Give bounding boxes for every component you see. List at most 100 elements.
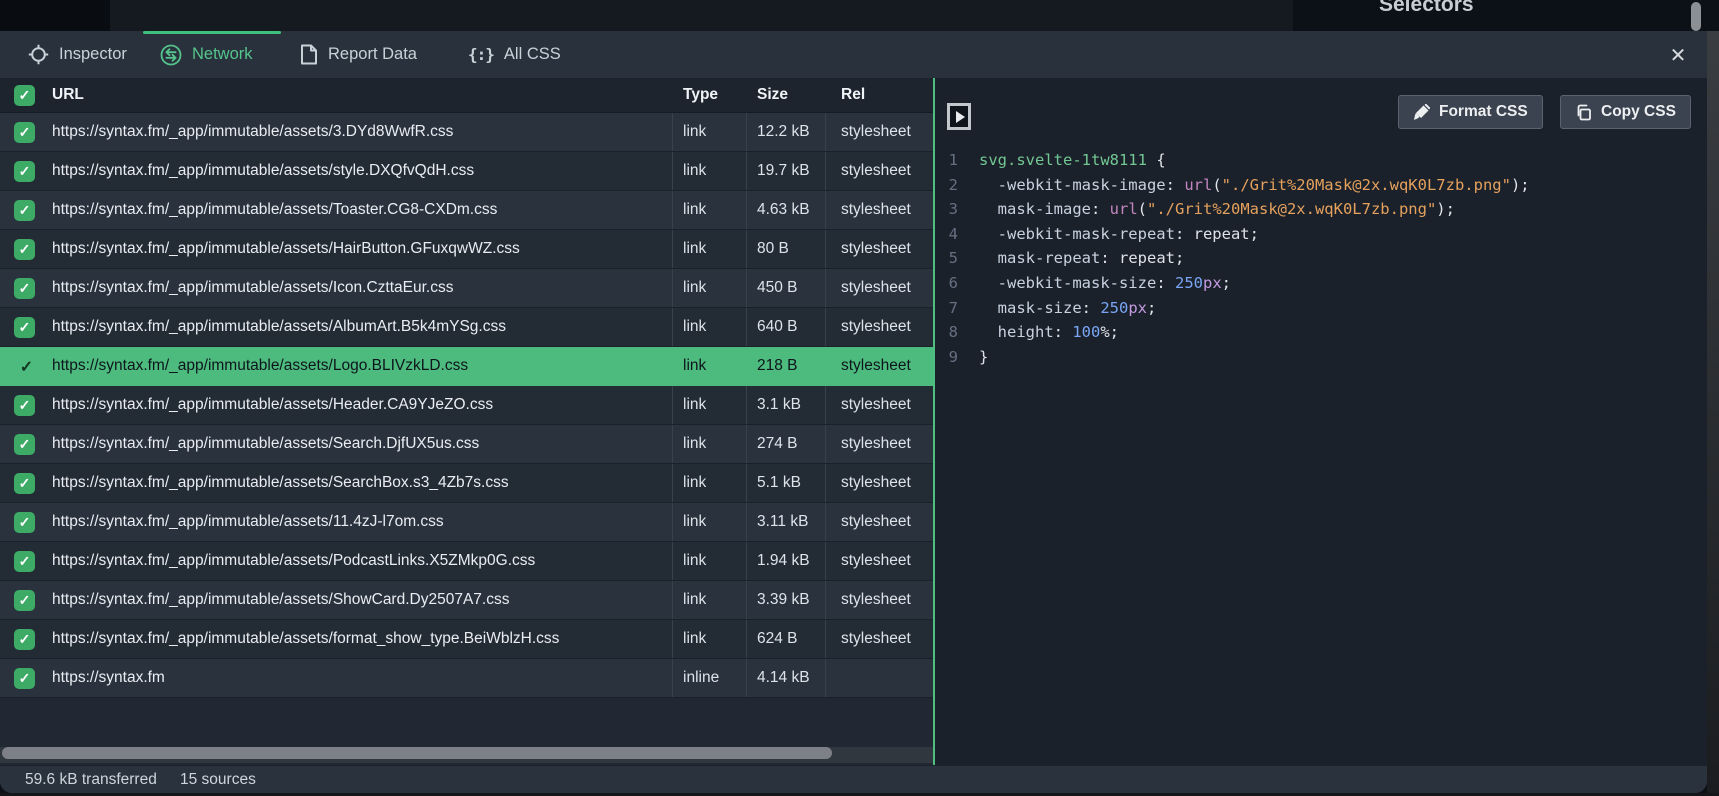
screen: Selectors Inspector: [0, 0, 1719, 796]
row-checkbox[interactable]: ✓: [14, 278, 35, 299]
table-row[interactable]: ✓https://syntax.fm/_app/immutable/assets…: [0, 620, 933, 659]
format-css-button[interactable]: Format CSS: [1398, 95, 1543, 129]
table-row[interactable]: ✓https://syntax.fminline4.14 kB: [0, 659, 933, 698]
type-cell: link: [683, 386, 706, 424]
column-header-type[interactable]: Type: [683, 78, 718, 112]
tab-inspector-label: Inspector: [59, 45, 127, 64]
collapse-pane-icon[interactable]: [947, 103, 971, 130]
column-separator: [672, 425, 673, 463]
table-row[interactable]: ✓https://syntax.fm/_app/immutable/assets…: [0, 581, 933, 620]
column-separator: [746, 269, 747, 307]
table-row[interactable]: ✓ https://syntax.fm/_app/immutable/assets…: [0, 152, 933, 191]
row-checkbox[interactable]: ✓: [14, 629, 35, 650]
rel-cell: stylesheet: [841, 620, 911, 658]
row-checkbox[interactable]: ✓: [14, 512, 35, 533]
row-checkbox[interactable]: ✓: [14, 317, 35, 338]
size-cell: 4.14 kB: [757, 659, 810, 697]
backdrop-page-middle: [110, 0, 1293, 31]
column-separator: [672, 659, 673, 697]
line-number: 6: [935, 271, 958, 296]
row-checkbox[interactable]: ✓: [16, 356, 37, 377]
table-row[interactable]: ✓ https://syntax.fm/_app/immutable/assets…: [0, 269, 933, 308]
url-cell: https://syntax.fm/_app/immutable/assets/…: [52, 269, 453, 307]
column-separator: [746, 230, 747, 268]
table-row[interactable]: ✓https://syntax.fm/_app/immutable/assets…: [0, 464, 933, 503]
column-separator: [672, 503, 673, 541]
tab-all-css[interactable]: {:} All CSS: [468, 31, 561, 78]
column-header-size[interactable]: Size: [757, 78, 788, 112]
css-code-block[interactable]: 1svg.svelte-1tw8111 {2 -webkit-mask-imag…: [935, 148, 1530, 369]
column-separator: [672, 152, 673, 190]
table-rows: ✓ https://syntax.fm/_app/immutable/assets…: [0, 113, 933, 698]
select-all-checkbox[interactable]: ✓: [14, 85, 35, 106]
row-checkbox[interactable]: ✓: [14, 551, 35, 572]
horizontal-scrollbar-track[interactable]: [0, 747, 933, 763]
crosshair-icon: [28, 44, 49, 65]
column-separator: [672, 386, 673, 424]
table-row[interactable]: ✓https://syntax.fm/_app/immutable/assets…: [0, 113, 933, 152]
size-cell: 3.11 kB: [757, 503, 808, 541]
table-row[interactable]: ✓ https://syntax.fm/_app/immutable/assets…: [0, 230, 933, 269]
tab-network[interactable]: Network: [160, 31, 253, 78]
row-checkbox[interactable]: ✓: [14, 395, 35, 416]
line-content: mask-image: url("./Grit%20Mask@2x.wqK0L7…: [979, 197, 1455, 222]
url-cell: https://syntax.fm/_app/immutable/assets/…: [52, 230, 520, 268]
column-separator: [672, 230, 673, 268]
row-checkbox[interactable]: ✓: [14, 161, 35, 182]
code-line: 5 mask-repeat: repeat;: [935, 246, 1530, 271]
column-separator: [746, 191, 747, 229]
row-checkbox[interactable]: ✓: [14, 668, 35, 689]
line-number: 9: [935, 345, 958, 370]
table-header-row: ✓ URL Type Size Rel: [0, 78, 933, 113]
braces-icon: {:}: [468, 45, 494, 64]
type-cell: link: [683, 464, 706, 502]
document-icon: [300, 44, 318, 65]
url-cell: https://syntax.fm/_app/immutable/assets/…: [52, 191, 497, 229]
column-separator: [825, 308, 826, 346]
size-cell: 12.2 kB: [757, 113, 810, 151]
column-header-url[interactable]: URL: [52, 78, 84, 112]
row-checkbox[interactable]: ✓: [14, 239, 35, 260]
table-row[interactable]: ✓https://syntax.fm/_app/immutable/assets…: [0, 542, 933, 581]
table-row[interactable]: ✓https://syntax.fm/_app/immutable/assets…: [0, 347, 933, 386]
row-checkbox[interactable]: ✓: [14, 473, 35, 494]
table-row[interactable]: ✓ https://syntax.fm/_app/immutable/assets…: [0, 191, 933, 230]
copy-css-button[interactable]: Copy CSS: [1560, 95, 1691, 129]
column-separator: [746, 152, 747, 190]
row-checkbox[interactable]: ✓: [14, 200, 35, 221]
column-separator: [825, 425, 826, 463]
tab-report-data-label: Report Data: [328, 45, 417, 64]
column-separator: [746, 659, 747, 697]
size-cell: 1.94 kB: [757, 542, 810, 580]
tab-report-data[interactable]: Report Data: [300, 31, 417, 78]
column-separator: [825, 542, 826, 580]
line-number: 3: [935, 197, 958, 222]
table-row[interactable]: ✓https://syntax.fm/_app/immutable/assets…: [0, 503, 933, 542]
row-checkbox[interactable]: ✓: [14, 122, 35, 143]
rel-cell: stylesheet: [841, 152, 911, 190]
column-header-rel[interactable]: Rel: [841, 78, 865, 112]
tab-inspector[interactable]: Inspector: [28, 31, 127, 78]
close-icon[interactable]: ✕: [1664, 41, 1692, 69]
column-separator: [825, 659, 826, 697]
url-cell: https://syntax.fm/_app/immutable/assets/…: [52, 152, 474, 190]
rel-cell: stylesheet: [841, 269, 911, 307]
table-row[interactable]: ✓https://syntax.fm/_app/immutable/assets…: [0, 425, 933, 464]
line-number: 1: [935, 148, 958, 173]
page-vertical-scrollbar[interactable]: [1691, 2, 1701, 31]
column-separator: [672, 191, 673, 229]
backdrop-right-strip: [1707, 31, 1719, 796]
horizontal-scrollbar-thumb[interactable]: [2, 747, 832, 759]
column-separator: [672, 464, 673, 502]
triangle-glyph: [956, 111, 965, 123]
css-source-pane: Format CSS Copy CSS 1svg.svelte-1tw8111 …: [935, 78, 1707, 765]
column-separator: [825, 230, 826, 268]
line-content: mask-size: 250px;: [979, 296, 1156, 321]
type-cell: link: [683, 113, 706, 151]
column-separator: [746, 581, 747, 619]
copy-icon: [1575, 104, 1592, 121]
table-row[interactable]: ✓https://syntax.fm/_app/immutable/assets…: [0, 386, 933, 425]
row-checkbox[interactable]: ✓: [14, 434, 35, 455]
table-row[interactable]: ✓https://syntax.fm/_app/immutable/assets…: [0, 308, 933, 347]
row-checkbox[interactable]: ✓: [14, 590, 35, 611]
